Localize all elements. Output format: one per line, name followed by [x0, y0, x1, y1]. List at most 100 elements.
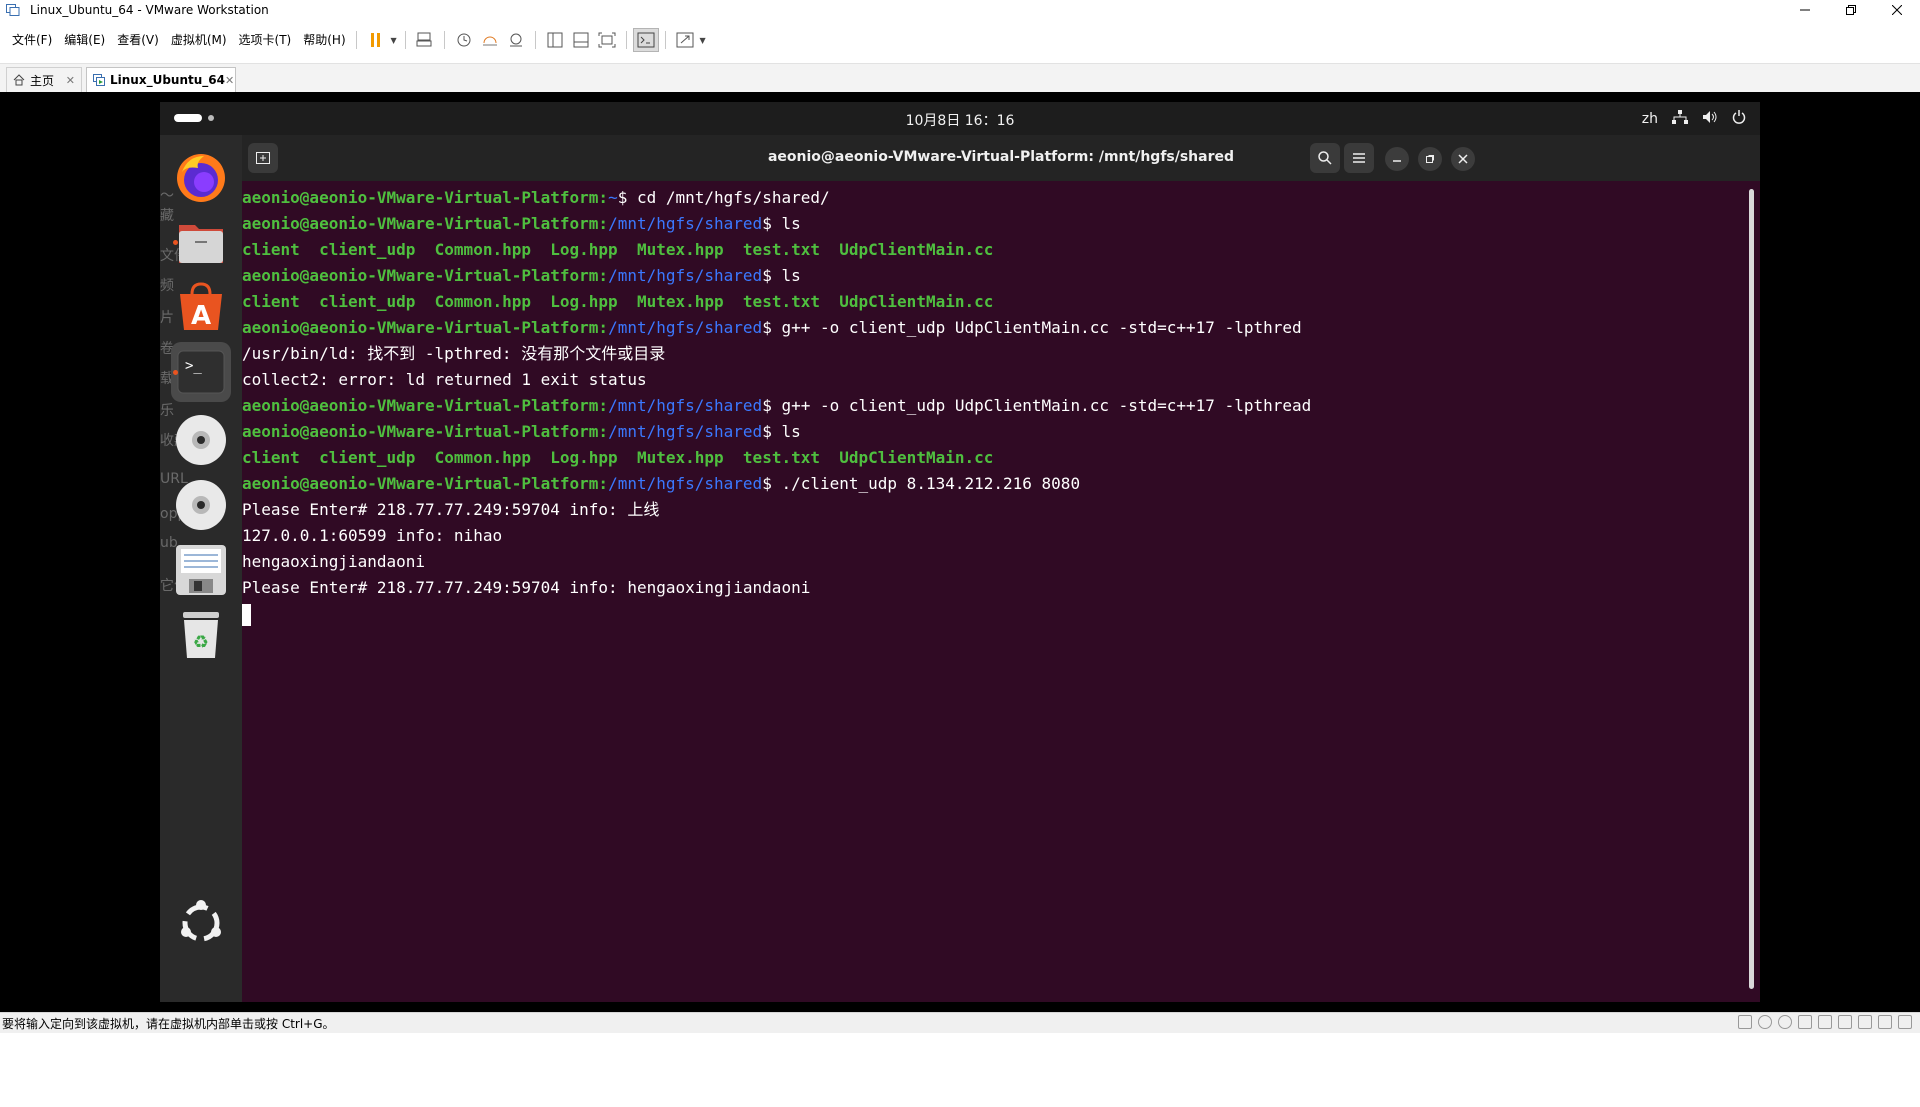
close-window-button[interactable]: [1874, 0, 1920, 20]
dock-cdrom-1[interactable]: [171, 410, 231, 470]
terminal-line: aeonio@aeonio-VMware-Virtual-Platform:/m…: [242, 211, 1742, 237]
command-text: ls: [781, 214, 801, 233]
terminal-window[interactable]: aeonio@aeonio-VMware-Virtual-Platform: /…: [242, 135, 1760, 1002]
dock-cdrom-2[interactable]: [171, 475, 231, 535]
close-icon: [1458, 154, 1468, 164]
terminal-output[interactable]: aeonio@aeonio-VMware-Virtual-Platform:~$…: [242, 185, 1742, 985]
tab-home-close-icon[interactable]: ✕: [66, 74, 75, 87]
ubuntu-desktop[interactable]: 10月8日 16：16 zh ～ 藏 文件夹 频 片 卷 载: [160, 102, 1760, 1002]
running-indicator: [173, 370, 178, 375]
search-button[interactable]: [1310, 143, 1340, 173]
prompt-colon: :: [598, 474, 609, 493]
terminal-scrollbar[interactable]: [1749, 189, 1754, 989]
menu-view[interactable]: 查看(V): [111, 26, 165, 54]
dock-app-center[interactable]: A: [171, 277, 231, 337]
dock-firefox[interactable]: [171, 147, 231, 207]
window-titlebar: Linux_Ubuntu_64 - VMware Workstation: [0, 0, 1920, 20]
fullscreen-button[interactable]: [594, 28, 620, 52]
sound-card-icon[interactable]: [1858, 1015, 1872, 1029]
menu-help[interactable]: 帮助(H): [297, 26, 351, 54]
stretch-icon: [676, 32, 694, 48]
console-view-button[interactable]: [632, 28, 659, 52]
prompt-user-host: aeonio@aeonio-VMware-Virtual-Platform: [242, 422, 599, 441]
terminal-input-line[interactable]: [242, 601, 1742, 627]
tab-home[interactable]: 主页 ✕: [6, 67, 82, 92]
file-name: client: [242, 292, 300, 311]
floppy-icon[interactable]: [1798, 1015, 1812, 1029]
status-message: 要将输入定向到该虚拟机，请在虚拟机内部单击或按 Ctrl+G。: [2, 1016, 335, 1031]
show-library-button[interactable]: [542, 28, 568, 52]
prompt-path: /mnt/hgfs/shared: [608, 422, 763, 441]
restore-button[interactable]: [1828, 0, 1874, 20]
display-icon[interactable]: [1898, 1015, 1912, 1029]
minimize-icon: [1393, 160, 1401, 162]
menu-vm[interactable]: 虚拟机(M): [165, 26, 233, 54]
menu-edit[interactable]: 编辑(E): [58, 26, 111, 54]
terminal-restore-button[interactable]: [1418, 147, 1442, 171]
running-indicator: [173, 240, 178, 245]
snapshot-manager-icon: [509, 33, 522, 47]
cdrom-icon[interactable]: [1778, 1015, 1792, 1029]
toolbar-divider: [404, 31, 406, 49]
printer-icon[interactable]: [1878, 1015, 1892, 1029]
revert-snapshot-button[interactable]: [477, 28, 503, 52]
toolbar-divider: [355, 31, 357, 49]
dock-trash[interactable]: ♻: [171, 605, 231, 665]
error-output: /usr/bin/ld: 找不到 -lpthred: 没有那个文件或目录: [242, 344, 666, 363]
file-listing: client client_udp Common.hpp Log.hpp Mut…: [242, 237, 1742, 263]
vm-console[interactable]: 10月8日 16：16 zh ～ 藏 文件夹 频 片 卷 载: [0, 92, 1920, 1106]
prompt-symbol: $: [762, 214, 782, 233]
file-name: client: [242, 448, 300, 467]
thumbnail-bar-button[interactable]: [568, 28, 594, 52]
stretch-dropdown-button[interactable]: ▼: [698, 28, 708, 52]
file-name: Common.hpp: [434, 240, 531, 259]
thumbnail-bar-icon: [573, 32, 589, 48]
file-name: Mutex.hpp: [636, 240, 724, 259]
input-method-indicator[interactable]: zh: [1642, 111, 1658, 127]
terminal-line: aeonio@aeonio-VMware-Virtual-Platform:~$…: [242, 185, 1742, 211]
vm-icon: [93, 74, 105, 86]
terminal-close-button[interactable]: [1451, 147, 1475, 171]
file-name: Log.hpp: [550, 292, 618, 311]
send-ctrl-alt-del-button[interactable]: [412, 28, 438, 52]
snapshot-button[interactable]: [451, 28, 477, 52]
floppy-drive-icon: [176, 545, 226, 595]
power-icon[interactable]: [1732, 110, 1746, 128]
system-tray[interactable]: zh: [1642, 110, 1746, 128]
svg-text:A: A: [191, 301, 211, 331]
snapshot-manager-button[interactable]: [503, 28, 529, 52]
menu-file[interactable]: 文件(F): [6, 26, 58, 54]
hard-disk-icon[interactable]: [1738, 1015, 1752, 1029]
dock-files[interactable]: [171, 212, 231, 272]
file-name: test.txt: [742, 240, 820, 259]
tab-vm-close-icon[interactable]: ✕: [225, 74, 234, 87]
file-name: client_udp: [319, 448, 416, 467]
usb-icon[interactable]: [1838, 1015, 1852, 1029]
minimize-button[interactable]: [1782, 0, 1828, 20]
show-apps-button[interactable]: [171, 893, 231, 953]
prompt-colon: :: [598, 188, 609, 207]
power-dropdown-button[interactable]: ▼: [389, 28, 399, 52]
prompt-colon: :: [598, 266, 609, 285]
terminal-minimize-button[interactable]: [1385, 147, 1409, 171]
dock-floppy[interactable]: [171, 540, 231, 600]
tab-linux-ubuntu[interactable]: Linux_Ubuntu_64 ✕: [86, 67, 236, 92]
terminal-line: aeonio@aeonio-VMware-Virtual-Platform:/m…: [242, 393, 1742, 419]
stretch-guest-button[interactable]: [672, 28, 698, 52]
dock-terminal[interactable]: >_: [171, 342, 231, 402]
prompt-symbol: $: [762, 318, 782, 337]
volume-icon[interactable]: [1702, 110, 1718, 128]
cdrom-icon[interactable]: [1758, 1015, 1772, 1029]
prompt-user-host: aeonio@aeonio-VMware-Virtual-Platform: [242, 214, 599, 233]
files-folder-icon: [179, 225, 223, 263]
network-icon[interactable]: [1672, 110, 1688, 128]
network-adapter-icon[interactable]: [1818, 1015, 1832, 1029]
menu-tabs[interactable]: 选项卡(T): [233, 26, 298, 54]
clock[interactable]: 10月8日 16：16: [160, 110, 1760, 130]
prompt-user-host: aeonio@aeonio-VMware-Virtual-Platform: [242, 474, 599, 493]
prompt-colon: :: [598, 318, 609, 337]
prompt-symbol: $: [762, 422, 782, 441]
pause-button[interactable]: [363, 28, 389, 52]
hamburger-menu-button[interactable]: [1344, 143, 1374, 173]
svg-text:>_: >_: [185, 358, 202, 374]
